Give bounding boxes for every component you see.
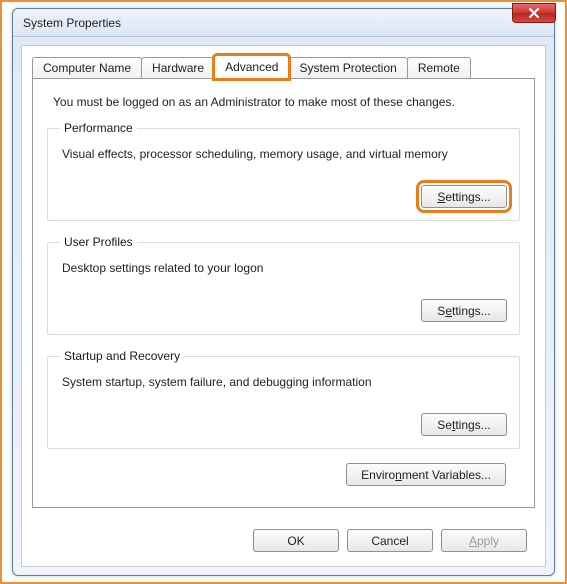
apply-label: Apply: [469, 534, 499, 548]
performance-button-row: Settings...: [60, 185, 507, 208]
close-button[interactable]: [512, 3, 556, 23]
tab-advanced[interactable]: Advanced: [214, 55, 289, 79]
system-properties-window: System Properties Computer Name Hardware…: [12, 8, 555, 576]
annotation-border: System Properties Computer Name Hardware…: [0, 0, 567, 584]
close-icon: [528, 8, 540, 18]
window-title: System Properties: [23, 16, 121, 30]
admin-note: You must be logged on as an Administrato…: [53, 95, 520, 109]
group-performance: Performance Visual effects, processor sc…: [47, 121, 520, 221]
group-performance-legend: Performance: [60, 121, 137, 135]
group-user-profiles-legend: User Profiles: [60, 235, 137, 249]
tab-remote[interactable]: Remote: [407, 57, 471, 79]
environment-variables-label: Environment Variables...: [361, 468, 491, 482]
group-user-profiles: User Profiles Desktop settings related t…: [47, 235, 520, 335]
user-profiles-desc: Desktop settings related to your logon: [62, 261, 507, 275]
tab-computer-name[interactable]: Computer Name: [32, 57, 142, 79]
environment-variables-button[interactable]: Environment Variables...: [346, 463, 506, 486]
performance-settings-label: Settings...: [437, 190, 490, 204]
startup-button-row: Settings...: [60, 413, 507, 436]
user-profiles-button-row: Settings...: [60, 299, 507, 322]
user-profiles-settings-label: Settings...: [437, 304, 490, 318]
titlebar: System Properties: [13, 9, 554, 37]
env-row: Environment Variables...: [47, 463, 520, 486]
cancel-button[interactable]: Cancel: [347, 529, 433, 552]
group-startup-legend: Startup and Recovery: [60, 349, 184, 363]
client-area: Computer Name Hardware Advanced System P…: [21, 45, 546, 567]
performance-settings-button[interactable]: Settings...: [421, 185, 507, 208]
tab-hardware[interactable]: Hardware: [141, 57, 215, 79]
startup-settings-button[interactable]: Settings...: [421, 413, 507, 436]
user-profiles-settings-button[interactable]: Settings...: [421, 299, 507, 322]
group-startup-recovery: Startup and Recovery System startup, sys…: [47, 349, 520, 449]
tab-page-advanced: You must be logged on as an Administrato…: [32, 78, 535, 508]
tab-strip: Computer Name Hardware Advanced System P…: [32, 55, 535, 79]
startup-settings-label: Settings...: [437, 418, 490, 432]
performance-desc: Visual effects, processor scheduling, me…: [62, 147, 507, 161]
dialog-buttons: OK Cancel Apply: [253, 529, 527, 552]
startup-desc: System startup, system failure, and debu…: [62, 375, 507, 389]
tab-system-protection[interactable]: System Protection: [288, 57, 407, 79]
apply-button: Apply: [441, 529, 527, 552]
ok-button[interactable]: OK: [253, 529, 339, 552]
